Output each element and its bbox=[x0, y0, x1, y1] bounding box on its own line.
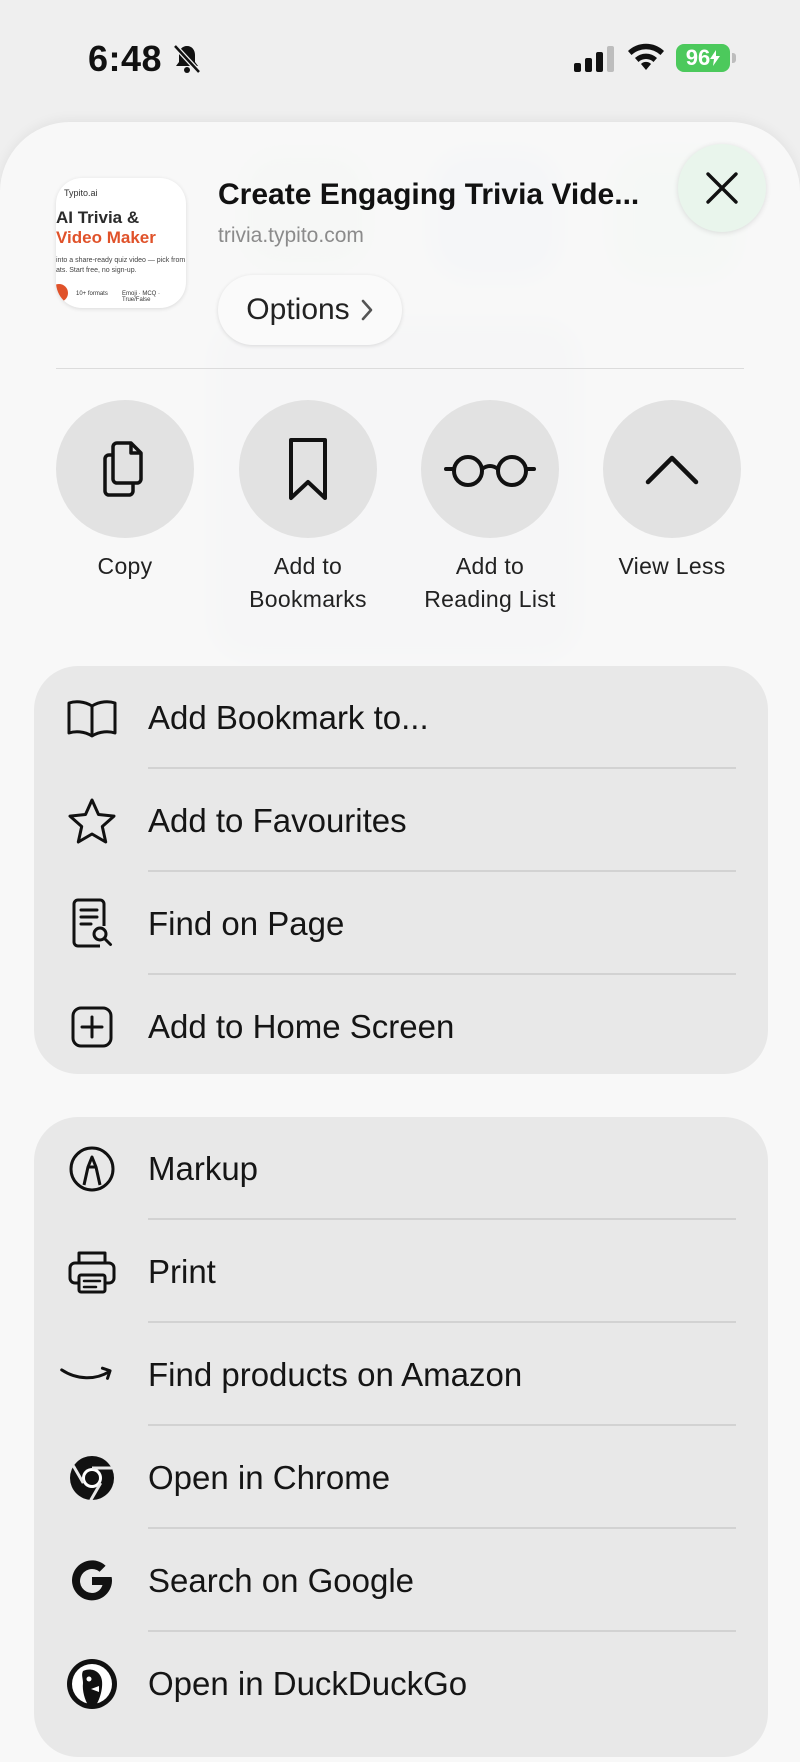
wifi-icon bbox=[628, 43, 664, 70]
close-icon bbox=[706, 172, 738, 204]
printer-icon bbox=[68, 1251, 116, 1293]
chevron-right-icon bbox=[361, 299, 372, 321]
menu-item-search-on-google[interactable]: Search on Google bbox=[34, 1529, 768, 1632]
menu-item-label: Add to Favourites bbox=[148, 801, 407, 839]
close-button[interactable] bbox=[678, 144, 766, 232]
menu-group-extensions: Markup Print Find products on Amazon Ope… bbox=[34, 1117, 768, 1757]
copy-icon bbox=[103, 441, 143, 497]
page-title: Create Engaging Trivia Vide... bbox=[218, 178, 640, 211]
thumbnail-title-line2: Video Maker bbox=[56, 228, 156, 247]
menu-item-markup[interactable]: Markup bbox=[34, 1117, 768, 1220]
menu-item-label: Add Bookmark to... bbox=[148, 698, 429, 736]
page-url: trivia.typito.com bbox=[218, 224, 364, 247]
action-label-line2: Bookmarks bbox=[249, 586, 367, 612]
status-time: 6:48 bbox=[88, 38, 163, 79]
action-add-to-reading-list[interactable]: Add to Reading List bbox=[410, 400, 570, 616]
battery-indicator: 96 bbox=[676, 44, 730, 72]
action-add-to-bookmarks[interactable]: Add to Bookmarks bbox=[228, 400, 388, 616]
action-copy[interactable]: Copy bbox=[45, 400, 205, 583]
menu-item-find-on-page[interactable]: Find on Page bbox=[34, 872, 768, 975]
thumbnail-chip: Emoji · MCQ · True/False bbox=[122, 291, 160, 303]
action-label-line2: Reading List bbox=[424, 586, 556, 612]
page-thumbnail: Typito.ai AI Trivia & Video Maker into a… bbox=[56, 178, 186, 308]
divider bbox=[56, 368, 744, 369]
star-icon bbox=[68, 798, 116, 843]
thumbnail-title-line1: AI Trivia & bbox=[56, 208, 140, 227]
options-label: Options bbox=[246, 293, 350, 326]
book-icon bbox=[67, 699, 117, 737]
menu-item-add-to-home-screen[interactable]: Add to Home Screen bbox=[34, 975, 768, 1078]
menu-item-label: Add to Home Screen bbox=[148, 1007, 455, 1045]
signal-icon bbox=[574, 46, 614, 72]
action-circle[interactable] bbox=[56, 400, 194, 538]
menu-item-find-products-on-amazon[interactable]: Find products on Amazon bbox=[34, 1323, 768, 1426]
thumbnail-tagline: into a share-ready quiz video — pick fro… bbox=[56, 257, 186, 274]
action-label-line1: Add to bbox=[273, 553, 343, 579]
menu-item-label: Search on Google bbox=[148, 1561, 415, 1599]
battery-level: 96 bbox=[685, 45, 711, 70]
status-bar: 6:48 96 bbox=[0, 0, 800, 120]
menu-item-open-in-duckduckgo[interactable]: Open in DuckDuckGo bbox=[34, 1632, 768, 1735]
markup-icon bbox=[69, 1146, 115, 1191]
amazon-icon bbox=[60, 1366, 112, 1380]
menu-item-label: Open in DuckDuckGo bbox=[148, 1664, 468, 1702]
action-label-line1: Copy bbox=[97, 553, 153, 579]
action-circle[interactable] bbox=[421, 400, 559, 538]
duckduckgo-icon bbox=[67, 1658, 117, 1709]
menu-item-label: Print bbox=[148, 1252, 216, 1290]
action-label-line1: Add to bbox=[455, 553, 525, 579]
action-circle[interactable] bbox=[239, 400, 377, 538]
options-button[interactable]: Options bbox=[218, 275, 402, 345]
menu-item-add-to-favourites[interactable]: Add to Favourites bbox=[34, 769, 768, 872]
action-label-line1: View Less bbox=[618, 553, 726, 579]
chevron-up-icon bbox=[645, 455, 699, 485]
bookmark-icon bbox=[289, 438, 327, 500]
menu-item-label: Markup bbox=[148, 1149, 259, 1187]
action-view-less[interactable]: View Less bbox=[592, 400, 752, 583]
google-icon bbox=[72, 1559, 112, 1600]
thumbnail-chip: 10+ formats bbox=[76, 291, 108, 297]
plus-square-icon bbox=[71, 1006, 113, 1047]
action-circle[interactable] bbox=[603, 400, 741, 538]
chrome-icon bbox=[70, 1455, 114, 1501]
menu-item-add-bookmark-to[interactable]: Add Bookmark to... bbox=[34, 666, 768, 769]
menu-item-label: Open in Chrome bbox=[148, 1458, 391, 1496]
thumbnail-brand: Typito.ai bbox=[64, 188, 98, 198]
menu-item-open-in-chrome[interactable]: Open in Chrome bbox=[34, 1426, 768, 1529]
battery-cap bbox=[732, 53, 736, 63]
glasses-icon bbox=[444, 455, 536, 487]
menu-item-label: Find on Page bbox=[148, 904, 345, 942]
charging-bolt-icon bbox=[710, 50, 721, 66]
menu-item-print[interactable]: Print bbox=[34, 1220, 768, 1323]
menu-group-page-actions: Add Bookmark to... Add to Favourites Fin… bbox=[34, 666, 768, 1074]
bell-slash-icon bbox=[173, 44, 201, 74]
find-page-icon bbox=[72, 898, 112, 947]
thumbnail-dot bbox=[56, 284, 68, 302]
menu-item-label: Find products on Amazon bbox=[148, 1355, 523, 1393]
